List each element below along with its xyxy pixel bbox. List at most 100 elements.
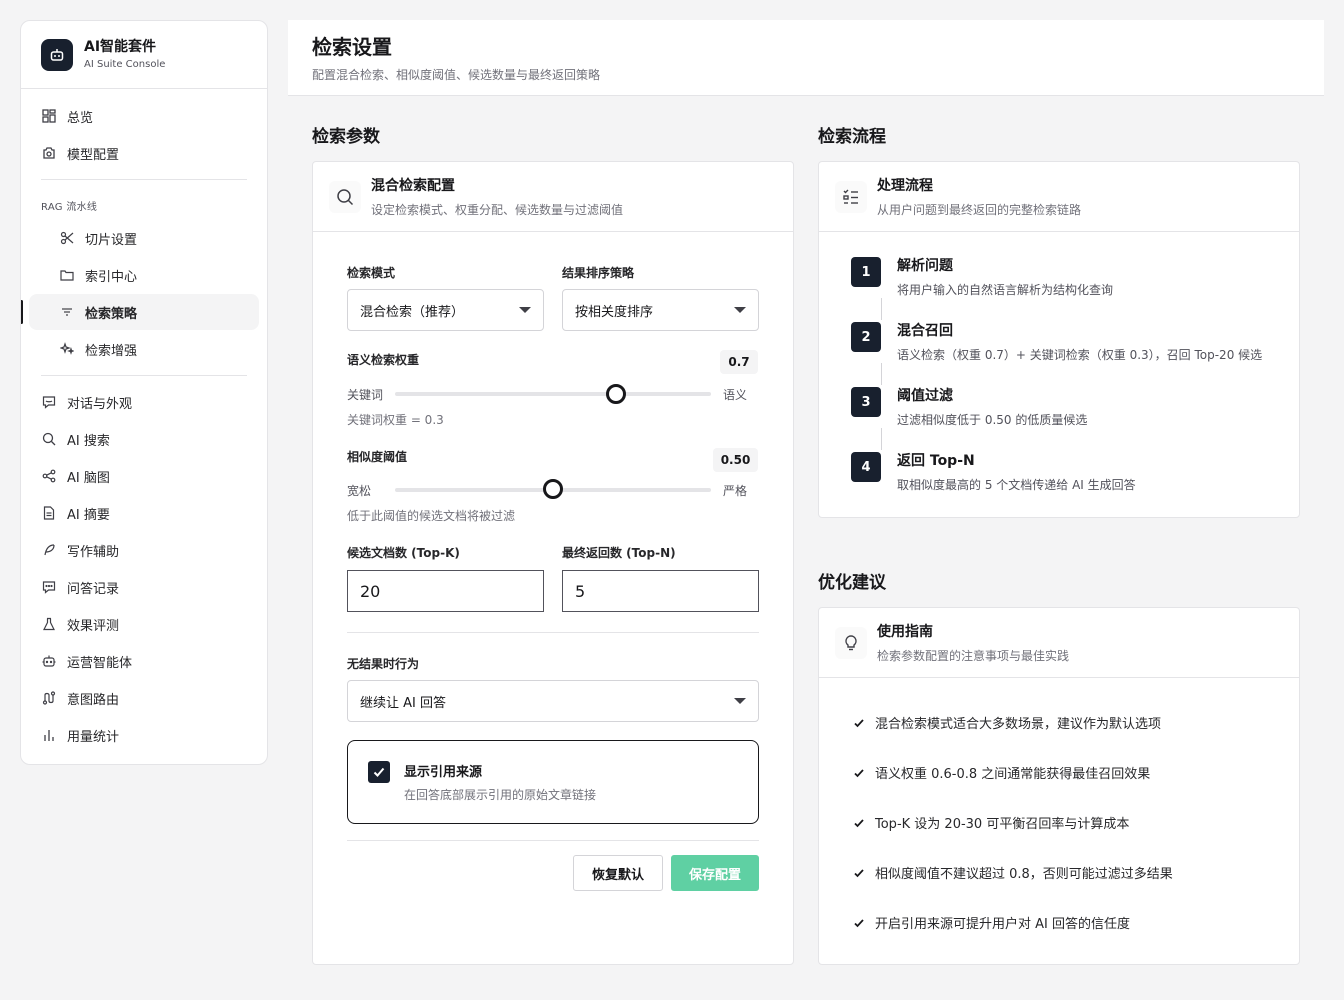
citation-checkbox[interactable] [368, 761, 390, 783]
sidebar-item-ai-summary[interactable]: AI 摘要 [29, 495, 259, 531]
citation-option-card[interactable]: 显示引用来源 在回答底部展示引用的原始文章链接 [347, 740, 759, 824]
sidebar-item-chunk[interactable]: 切片设置 [29, 220, 259, 256]
sidebar-item-label: 问答记录 [67, 581, 120, 597]
sidebar-item-retrieval[interactable]: 检索策略 [21, 294, 259, 330]
brand: AI智能套件 AI Suite Console [21, 21, 267, 89]
grid-icon [41, 108, 57, 124]
tip-item: 相似度阈值不建议超过 0.8，否则可能过滤过多结果 [853, 863, 1173, 882]
step-desc: 取相似度最高的 5 个文档传递给 AI 生成回答 [897, 478, 1136, 492]
params-card-header: 混合检索配置 设定检索模式、权重分配、候选数量与过滤阈值 [313, 162, 793, 232]
lightbulb-icon [835, 626, 867, 659]
citation-title: 显示引用来源 [404, 765, 483, 780]
sidebar-item-writing[interactable]: 写作辅助 [29, 532, 259, 568]
flow-card: 处理流程 从用户问题到最终返回的完整检索链路 1 解析问题 将用户输入的自然语言解… [818, 161, 1300, 518]
semantic-weight-label: 语义检索权重 [347, 353, 420, 367]
sidebar-item-model-config[interactable]: 模型配置 [29, 135, 259, 171]
step-number: 1 [851, 257, 881, 287]
sidebar-item-label: 切片设置 [85, 232, 138, 248]
mode-label: 检索模式 [347, 266, 396, 280]
checkmark-icon [373, 767, 385, 777]
flow-step: 1 解析问题 将用户输入的自然语言解析为结构化查询 [851, 257, 1113, 298]
sidebar-item-intent[interactable]: 意图路由 [29, 680, 259, 716]
sidebar-item-ai-search[interactable]: AI 搜索 [29, 421, 259, 457]
tip-text: Top-K 设为 20-30 可平衡召回率与计算成本 [875, 817, 1130, 832]
sidebar-item-qa-log[interactable]: 问答记录 [29, 569, 259, 605]
page-subtitle: 配置混合检索、相似度阈值、候选数量与最终返回策略 [312, 68, 601, 82]
flow-card-header: 处理流程 从用户问题到最终返回的完整检索链路 [819, 162, 1299, 232]
no-result-select-value: 继续让 AI 回答 [360, 695, 446, 711]
slider-right-label: 语义 [723, 388, 748, 402]
tips-card-title: 使用指南 [877, 624, 933, 640]
flow-card-subtitle: 从用户问题到最终返回的完整检索链路 [877, 203, 1082, 217]
sidebar-item-label: AI 搜索 [67, 433, 110, 449]
topn-input[interactable]: 5 [562, 570, 759, 612]
check-icon [854, 918, 864, 927]
sidebar-item-index[interactable]: 索引中心 [29, 257, 259, 293]
topk-input[interactable]: 20 [347, 570, 544, 612]
tips-card-subtitle: 检索参数配置的注意事项与最佳实践 [877, 649, 1070, 663]
save-button[interactable]: 保存配置 [671, 855, 759, 891]
keyword-weight-hint: 关键词权重 = 0.3 [347, 413, 444, 427]
sidebar-item-enhance[interactable]: 检索增强 [29, 331, 259, 367]
sort-select-value: 按相关度排序 [575, 304, 654, 320]
sidebar-nav: 总览 模型配置 RAG 流水线 切片设置 索引中心 检索策略 检索增强 对话与外… [21, 89, 267, 762]
sidebar-item-overview[interactable]: 总览 [29, 98, 259, 134]
topn-label: 最终返回数 (Top-N) [562, 546, 676, 560]
sidebar-item-label: 效果评测 [67, 618, 120, 634]
step-title: 混合召回 [897, 323, 953, 339]
tip-item: 语义权重 0.6-0.8 之间通常能获得最佳召回效果 [853, 763, 1150, 782]
sidebar-item-label: 模型配置 [67, 147, 120, 163]
check-icon [854, 768, 864, 777]
sort-label: 结果排序策略 [562, 266, 635, 280]
route-icon [41, 690, 57, 706]
check-icon [854, 818, 864, 827]
similarity-slider-thumb[interactable] [543, 479, 563, 499]
sidebar-item-eval[interactable]: 效果评测 [29, 606, 259, 642]
check-icon [854, 868, 864, 877]
divider [347, 840, 759, 841]
sidebar-item-label: AI 摘要 [67, 507, 110, 523]
mode-select[interactable]: 混合检索（推荐） [347, 289, 544, 331]
tip-text: 开启引用来源可提升用户对 AI 回答的信任度 [875, 917, 1130, 932]
sidebar-item-ops-agent[interactable]: 运营智能体 [29, 643, 259, 679]
tip-item: Top-K 设为 20-30 可平衡召回率与计算成本 [853, 813, 1129, 832]
chat-window-icon [41, 394, 57, 410]
reset-button[interactable]: 恢复默认 [573, 855, 663, 891]
sidebar-item-dialog[interactable]: 对话与外观 [29, 384, 259, 420]
page-header: 检索设置 配置混合检索、相似度阈值、候选数量与最终返回策略 [288, 20, 1324, 96]
flow-step: 4 返回 Top-N 取相似度最高的 5 个文档传递给 AI 生成回答 [851, 452, 1136, 493]
sidebar-item-label: 运营智能体 [67, 655, 133, 671]
sort-select[interactable]: 按相关度排序 [562, 289, 759, 331]
divider [41, 375, 247, 376]
sparkles-icon [59, 341, 75, 357]
citation-desc: 在回答底部展示引用的原始文章链接 [404, 788, 597, 802]
sidebar-item-label: 对话与外观 [67, 396, 133, 412]
params-card-title: 混合检索配置 [371, 178, 455, 194]
no-result-select[interactable]: 继续让 AI 回答 [347, 680, 759, 722]
flow-step: 2 混合召回语义检索（权重 0.7）+ 关键词检索（权重 0.3），召回 Top… [851, 322, 1262, 363]
semantic-weight-slider-thumb[interactable] [606, 384, 627, 404]
step-title: 解析问题 [897, 258, 953, 274]
tip-text: 语义权重 0.6-0.8 之间通常能获得最佳召回效果 [875, 767, 1151, 782]
share-nodes-icon [41, 468, 57, 484]
search-icon [41, 431, 57, 447]
slider-left-label: 关键词 [347, 388, 384, 402]
filter-icon [59, 304, 75, 320]
flow-connector [881, 298, 882, 320]
divider [347, 632, 759, 633]
brand-subtitle: AI Suite Console [84, 58, 166, 70]
tips-card-header: 使用指南 检索参数配置的注意事项与最佳实践 [819, 608, 1299, 678]
tip-text: 相似度阈值不建议超过 0.8，否则可能过滤过多结果 [875, 867, 1173, 882]
similarity-hint: 低于此阈值的候选文档将被过滤 [347, 509, 516, 523]
tips-card: 使用指南 检索参数配置的注意事项与最佳实践 混合检索模式适合大多数场景，建议作为… [818, 607, 1300, 965]
sidebar-item-ai-mindmap[interactable]: AI 脑图 [29, 458, 259, 494]
sidebar-item-label: 检索增强 [85, 343, 138, 359]
params-card-subtitle: 设定检索模式、权重分配、候选数量与过滤阈值 [371, 203, 624, 217]
semantic-weight-slider-track[interactable] [395, 392, 711, 396]
step-desc: 语义检索（权重 0.7）+ 关键词检索（权重 0.3），召回 Top-20 候选 [897, 348, 1263, 362]
step-number: 2 [851, 322, 881, 352]
sidebar-item-label: 索引中心 [85, 269, 138, 285]
sidebar-item-usage[interactable]: 用量统计 [29, 717, 259, 753]
feather-icon [41, 542, 57, 558]
step-title: 返回 Top-N [897, 453, 975, 469]
